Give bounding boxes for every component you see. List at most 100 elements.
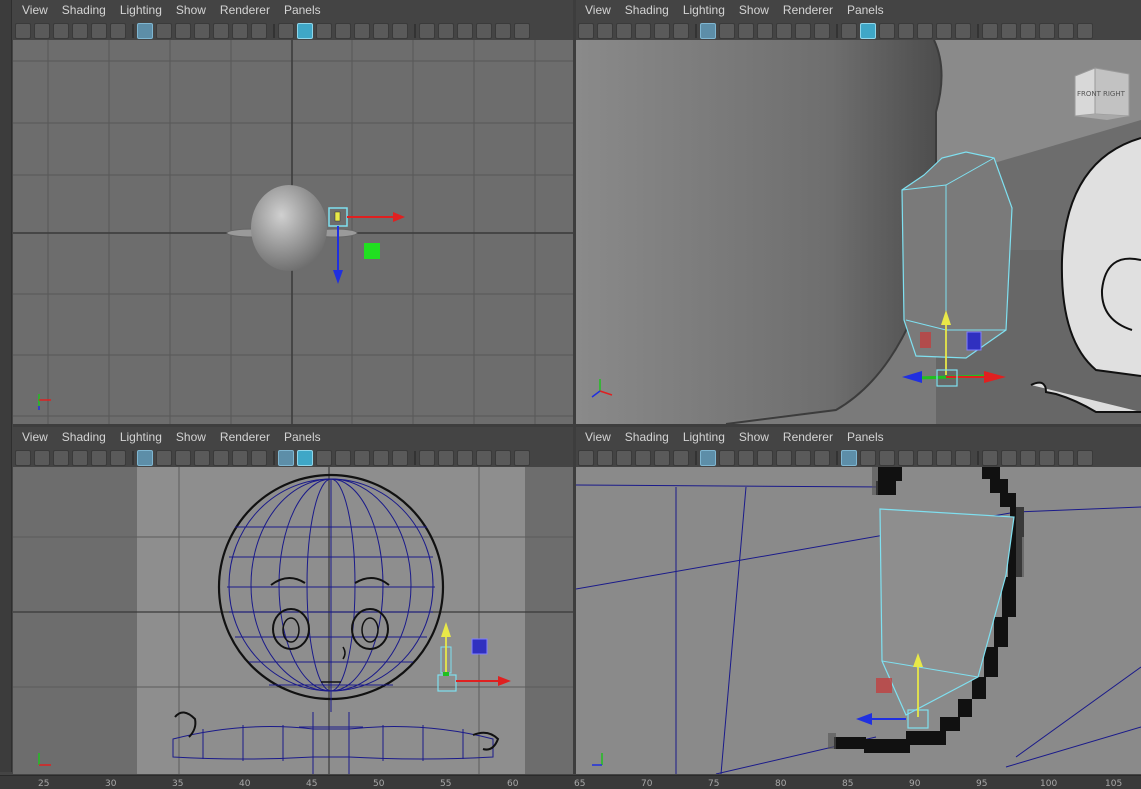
xray-icon[interactable] [1077, 449, 1093, 466]
resolution-gate-icon[interactable] [738, 22, 754, 39]
smooth-shade-icon[interactable] [860, 22, 876, 39]
image-plane-icon[interactable] [635, 22, 651, 39]
grid-icon[interactable] [137, 22, 153, 39]
bookmark-icon[interactable] [53, 22, 69, 39]
grease-pencil-icon[interactable] [110, 22, 126, 39]
menu-lighting[interactable]: Lighting [683, 430, 725, 444]
textured-icon[interactable] [354, 22, 370, 39]
bookmark-icon[interactable] [616, 22, 632, 39]
gate-mask-icon[interactable] [194, 22, 210, 39]
camera-attributes-icon[interactable] [34, 22, 50, 39]
shadows-icon[interactable] [955, 449, 971, 466]
view-cube[interactable]: FRONT RIGHT [1071, 64, 1135, 122]
anti-aliasing-icon[interactable] [457, 22, 473, 39]
anti-aliasing-icon[interactable] [1020, 22, 1036, 39]
isolate-select-icon[interactable] [495, 449, 511, 466]
shadows-icon[interactable] [392, 449, 408, 466]
grid-icon[interactable] [700, 22, 716, 39]
wireframe-on-shaded-icon[interactable] [898, 22, 914, 39]
screen-space-ao-icon[interactable] [419, 449, 435, 466]
wireframe-on-shaded-icon[interactable] [898, 449, 914, 466]
shadows-icon[interactable] [392, 22, 408, 39]
viewport-front[interactable] [13, 467, 573, 774]
grease-pencil-icon[interactable] [110, 449, 126, 466]
use-all-lights-icon[interactable] [373, 22, 389, 39]
menu-show[interactable]: Show [176, 430, 206, 444]
field-chart-icon[interactable] [213, 22, 229, 39]
field-chart-icon[interactable] [776, 22, 792, 39]
isolate-select-icon[interactable] [1058, 449, 1074, 466]
wireframe-on-shaded-icon[interactable] [335, 449, 351, 466]
menu-view[interactable]: View [22, 430, 48, 444]
image-plane-icon[interactable] [72, 22, 88, 39]
resolution-gate-icon[interactable] [738, 449, 754, 466]
default-material-icon[interactable] [316, 22, 332, 39]
safe-action-icon[interactable] [232, 22, 248, 39]
anti-aliasing-icon[interactable] [457, 449, 473, 466]
menu-renderer[interactable]: Renderer [783, 3, 833, 17]
use-all-lights-icon[interactable] [936, 449, 952, 466]
textured-icon[interactable] [917, 449, 933, 466]
menu-lighting[interactable]: Lighting [120, 3, 162, 17]
menu-renderer[interactable]: Renderer [783, 430, 833, 444]
camera-attributes-icon[interactable] [597, 22, 613, 39]
two-d-pan-icon[interactable] [91, 449, 107, 466]
motion-blur-icon[interactable] [1001, 449, 1017, 466]
menu-panels[interactable]: Panels [847, 430, 884, 444]
camera-attributes-icon[interactable] [597, 449, 613, 466]
camera-icon[interactable] [578, 449, 594, 466]
xray-icon[interactable] [514, 449, 530, 466]
xray-icon[interactable] [514, 22, 530, 39]
screen-space-ao-icon[interactable] [982, 22, 998, 39]
depth-of-field-icon[interactable] [476, 22, 492, 39]
two-d-pan-icon[interactable] [654, 22, 670, 39]
safe-action-icon[interactable] [795, 449, 811, 466]
motion-blur-icon[interactable] [1001, 22, 1017, 39]
viewport-persp[interactable]: FRONT RIGHT [576, 40, 1141, 424]
default-material-icon[interactable] [316, 449, 332, 466]
shadows-icon[interactable] [955, 22, 971, 39]
menu-renderer[interactable]: Renderer [220, 3, 270, 17]
anti-aliasing-icon[interactable] [1020, 449, 1036, 466]
textured-icon[interactable] [354, 449, 370, 466]
safe-title-icon[interactable] [814, 22, 830, 39]
camera-icon[interactable] [15, 449, 31, 466]
smooth-shade-icon[interactable] [860, 449, 876, 466]
smooth-shade-icon[interactable] [297, 22, 313, 39]
film-gate-icon[interactable] [156, 22, 172, 39]
menu-show[interactable]: Show [176, 3, 206, 17]
field-chart-icon[interactable] [213, 449, 229, 466]
menu-panels[interactable]: Panels [284, 3, 321, 17]
motion-blur-icon[interactable] [438, 449, 454, 466]
menu-shading[interactable]: Shading [62, 3, 106, 17]
two-d-pan-icon[interactable] [91, 22, 107, 39]
use-all-lights-icon[interactable] [936, 22, 952, 39]
xray-icon[interactable] [1077, 22, 1093, 39]
menu-panels[interactable]: Panels [847, 3, 884, 17]
menu-show[interactable]: Show [739, 430, 769, 444]
view-cube-right-label[interactable]: RIGHT [1103, 90, 1125, 98]
isolate-select-icon[interactable] [1058, 22, 1074, 39]
gate-mask-icon[interactable] [194, 449, 210, 466]
image-plane-icon[interactable] [72, 449, 88, 466]
wireframe-icon[interactable] [841, 449, 857, 466]
bookmark-icon[interactable] [53, 449, 69, 466]
safe-title-icon[interactable] [814, 449, 830, 466]
safe-action-icon[interactable] [232, 449, 248, 466]
view-cube-front-label[interactable]: FRONT [1077, 90, 1101, 98]
bookmark-icon[interactable] [616, 449, 632, 466]
wireframe-icon[interactable] [841, 22, 857, 39]
grid-icon[interactable] [700, 449, 716, 466]
use-all-lights-icon[interactable] [373, 449, 389, 466]
panel-splitter-vertical[interactable] [573, 0, 576, 774]
menu-panels[interactable]: Panels [284, 430, 321, 444]
menu-view[interactable]: View [585, 3, 611, 17]
wireframe-icon[interactable] [278, 22, 294, 39]
menu-shading[interactable]: Shading [625, 3, 669, 17]
menu-view[interactable]: View [585, 430, 611, 444]
panel-splitter-horizontal[interactable] [13, 424, 1141, 427]
screen-space-ao-icon[interactable] [419, 22, 435, 39]
camera-icon[interactable] [578, 22, 594, 39]
menu-lighting[interactable]: Lighting [120, 430, 162, 444]
gate-mask-icon[interactable] [757, 449, 773, 466]
